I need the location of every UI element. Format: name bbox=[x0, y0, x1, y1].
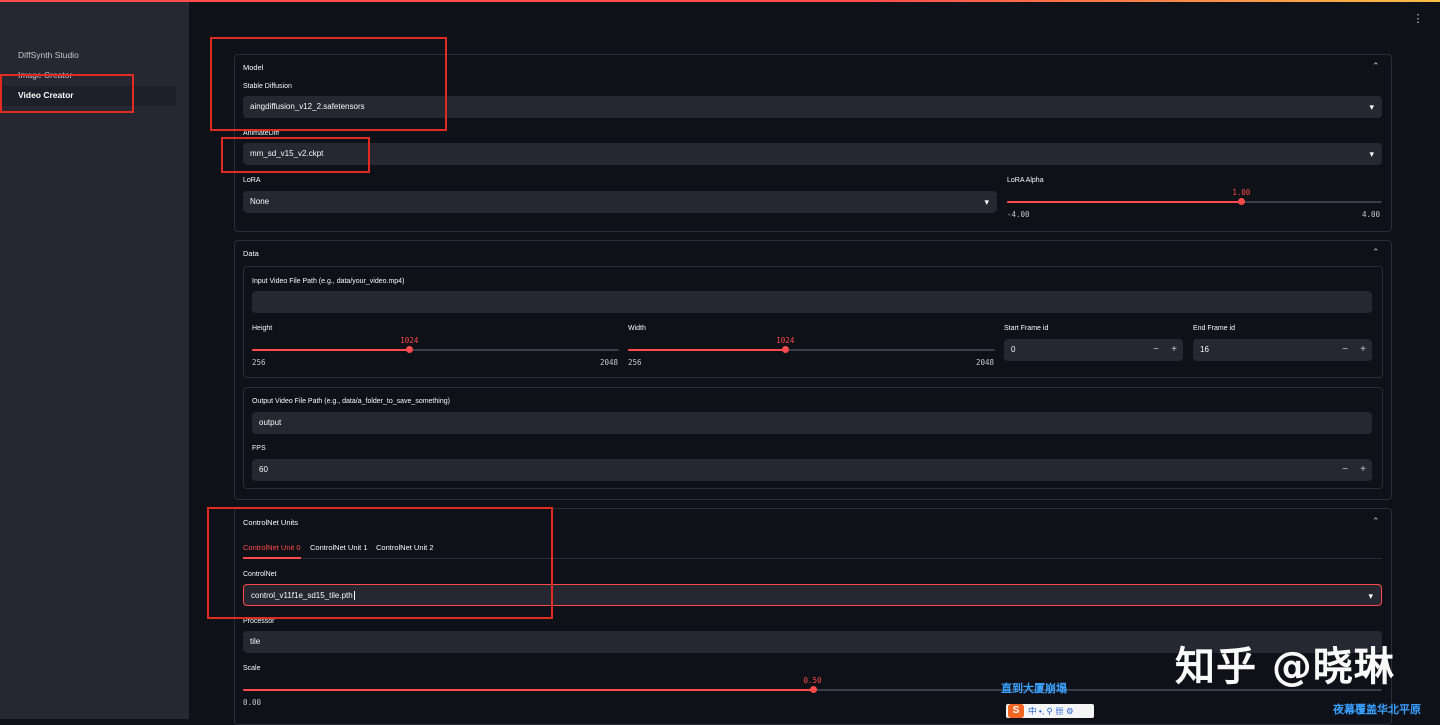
processor-value: tile bbox=[250, 637, 261, 646]
collapse-chevron-up-icon[interactable]: ⌃ bbox=[1372, 61, 1380, 72]
height-label: Height bbox=[252, 325, 273, 332]
annotation-box-controlnet bbox=[207, 507, 553, 619]
width-slider[interactable]: 1024 bbox=[628, 336, 995, 353]
collapse-chevron-up-icon[interactable]: ⌃ bbox=[1372, 247, 1380, 258]
lyric-overlay: 夜幕覆盖华北平原 bbox=[1333, 703, 1421, 716]
width-max: 2048 bbox=[976, 358, 995, 367]
end-frame-number-input[interactable]: 16 − + bbox=[1193, 339, 1372, 361]
animatediff-select[interactable]: mm_sd_v15_v2.ckpt ▾ bbox=[243, 143, 1382, 165]
chevron-down-icon: ▾ bbox=[984, 197, 989, 207]
top-accent-line bbox=[0, 0, 1440, 2]
kebab-menu-icon[interactable]: ⋮ bbox=[1412, 12, 1424, 26]
input-path-label: Input Video File Path (e.g., data/your_v… bbox=[252, 278, 405, 285]
fps-label: FPS bbox=[252, 445, 266, 452]
chevron-down-icon: ▾ bbox=[1369, 149, 1374, 159]
height-value: 1024 bbox=[400, 336, 419, 345]
sogou-logo-icon: S bbox=[1008, 704, 1024, 718]
slider-fill bbox=[1007, 201, 1242, 203]
animatediff-label: AnimateDiff bbox=[243, 130, 280, 137]
fps-value: 60 bbox=[259, 465, 268, 474]
lora-alpha-max: 4.00 bbox=[1362, 210, 1381, 219]
annotation-box-video-creator bbox=[0, 74, 134, 113]
start-frame-number-input[interactable]: 0 − + bbox=[1004, 339, 1183, 361]
lora-alpha-label: LoRA Alpha bbox=[1007, 177, 1044, 184]
height-max: 2048 bbox=[600, 358, 619, 367]
data-panel-title[interactable]: Data bbox=[243, 249, 259, 258]
lora-alpha-value: 1.00 bbox=[1232, 188, 1251, 197]
start-frame-value: 0 bbox=[1011, 345, 1016, 354]
decrement-button[interactable]: − bbox=[1149, 339, 1163, 361]
output-path-label: Output Video File Path (e.g., data/a_fol… bbox=[252, 398, 450, 405]
increment-button[interactable]: + bbox=[1356, 459, 1370, 481]
width-min: 256 bbox=[628, 358, 642, 367]
lora-value: None bbox=[250, 197, 270, 206]
song-title-overlay: 直到大厦崩塌 bbox=[1001, 682, 1067, 695]
slider-fill bbox=[243, 689, 813, 691]
collapse-chevron-up-icon[interactable]: ⌃ bbox=[1372, 516, 1380, 527]
end-frame-value: 16 bbox=[1200, 345, 1209, 354]
processor-label: Processor bbox=[243, 618, 275, 625]
ime-toolbar[interactable]: S 中 •, ⚲ ▦ ⚙ bbox=[1006, 704, 1094, 718]
width-label: Width bbox=[628, 325, 646, 332]
sidebar-item-diffsynth-studio[interactable]: DiffSynth Studio bbox=[18, 50, 79, 60]
lora-alpha-slider[interactable]: 1.00 bbox=[1007, 188, 1382, 205]
height-slider[interactable]: 1024 bbox=[252, 336, 619, 353]
ime-status-icons: 中 •, ⚲ ▦ ⚙ bbox=[1028, 706, 1074, 716]
chevron-down-icon: ▾ bbox=[1368, 591, 1373, 601]
scale-value: 0.50 bbox=[803, 676, 822, 685]
start-frame-label: Start Frame id bbox=[1004, 325, 1049, 332]
lora-label: LoRA bbox=[243, 177, 261, 184]
input-path-field[interactable] bbox=[252, 291, 1372, 313]
slider-fill bbox=[252, 349, 410, 351]
slider-fill bbox=[628, 349, 786, 351]
fps-number-input[interactable]: 60 − + bbox=[252, 459, 1372, 481]
height-min: 256 bbox=[252, 358, 266, 367]
zhihu-watermark: 知乎 @晓琳 bbox=[1175, 644, 1395, 690]
lora-alpha-min: -4.00 bbox=[1007, 210, 1030, 219]
input-settings-container bbox=[243, 266, 1383, 378]
scale-label: Scale bbox=[243, 665, 261, 672]
increment-button[interactable]: + bbox=[1356, 339, 1370, 361]
decrement-button[interactable]: − bbox=[1338, 339, 1352, 361]
annotation-box-animatediff bbox=[221, 137, 370, 173]
width-value: 1024 bbox=[776, 336, 795, 345]
lora-select[interactable]: None ▾ bbox=[243, 191, 997, 213]
annotation-box-stable-diffusion bbox=[210, 37, 447, 131]
chevron-down-icon: ▾ bbox=[1369, 102, 1374, 112]
output-path-field[interactable]: output bbox=[252, 412, 1372, 434]
scale-min: 0.00 bbox=[243, 698, 262, 707]
slider-thumb[interactable] bbox=[809, 686, 817, 693]
decrement-button[interactable]: − bbox=[1338, 459, 1352, 481]
increment-button[interactable]: + bbox=[1167, 339, 1181, 361]
end-frame-label: End Frame id bbox=[1193, 325, 1236, 332]
